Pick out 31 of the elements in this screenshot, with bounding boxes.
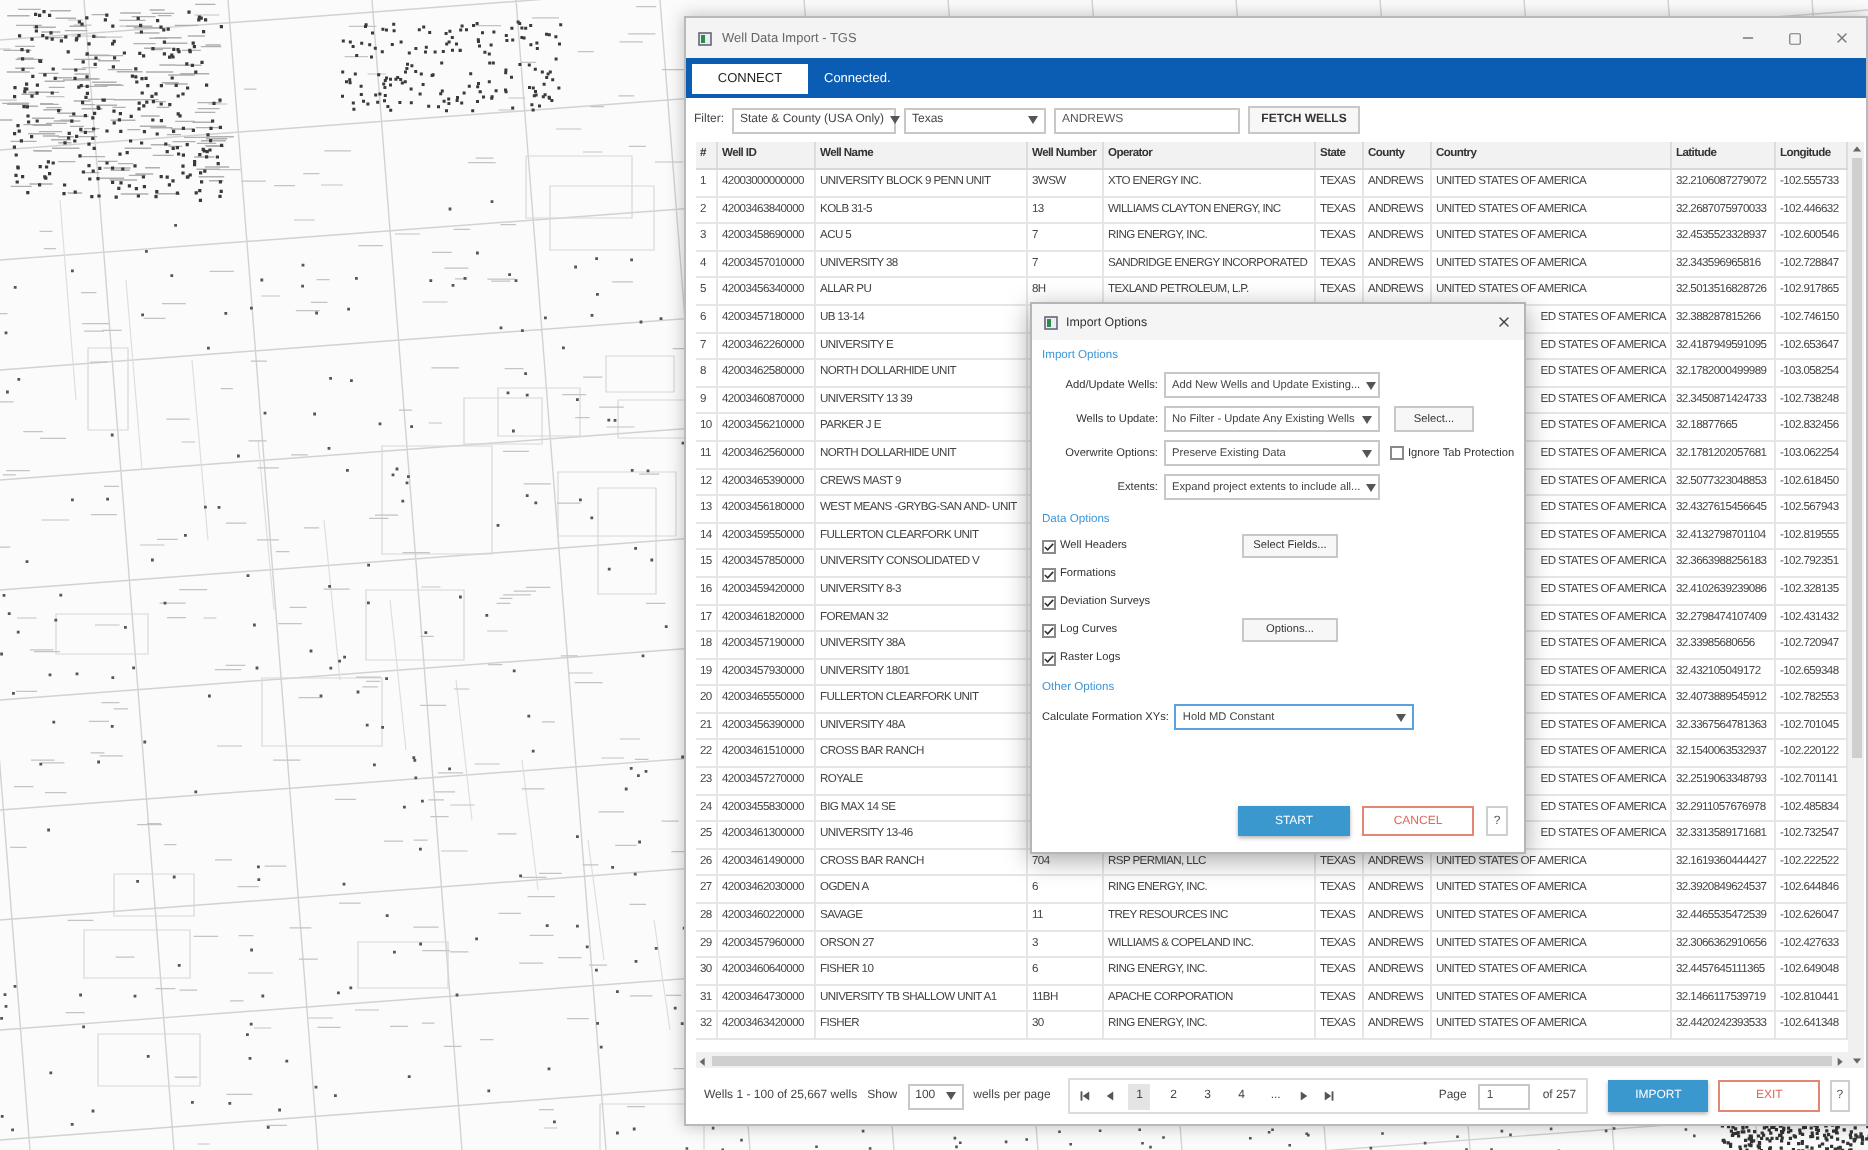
app-icon bbox=[698, 31, 712, 45]
checkbox[interactable] bbox=[1042, 539, 1056, 553]
maximize-icon[interactable] bbox=[1788, 31, 1802, 45]
caret-icon bbox=[890, 116, 901, 124]
caret-icon bbox=[1362, 415, 1372, 423]
caret-icon bbox=[945, 1092, 956, 1100]
close-icon[interactable] bbox=[1834, 30, 1850, 46]
scrollbar-thumb[interactable] bbox=[712, 1055, 1832, 1065]
caret-icon bbox=[1028, 116, 1038, 124]
checkbox[interactable] bbox=[1042, 651, 1056, 665]
close-icon[interactable] bbox=[1496, 314, 1512, 330]
last-page-icon[interactable] bbox=[1322, 1090, 1335, 1102]
app-icon bbox=[1044, 315, 1058, 329]
next-page-icon[interactable] bbox=[1298, 1090, 1311, 1102]
caret-icon bbox=[1366, 381, 1377, 389]
horizontal-scrollbar[interactable] bbox=[696, 1052, 1848, 1068]
vertical-scrollbar[interactable] bbox=[1848, 142, 1864, 1068]
previous-page-icon[interactable] bbox=[1104, 1090, 1117, 1102]
scroll-down-icon[interactable] bbox=[1851, 1056, 1861, 1066]
checkbox[interactable] bbox=[1042, 623, 1056, 637]
caret-icon bbox=[1366, 483, 1377, 491]
checkbox[interactable] bbox=[1042, 595, 1056, 609]
checkbox[interactable] bbox=[1390, 446, 1404, 460]
scroll-up-icon[interactable] bbox=[1851, 144, 1861, 154]
caret-icon bbox=[1362, 449, 1372, 457]
first-page-icon[interactable] bbox=[1080, 1090, 1093, 1102]
checkbox[interactable] bbox=[1042, 567, 1056, 581]
scroll-left-icon[interactable] bbox=[698, 1055, 708, 1065]
scroll-right-icon[interactable] bbox=[1836, 1055, 1846, 1065]
scrollbar-thumb[interactable] bbox=[1851, 158, 1861, 758]
caret-icon bbox=[1396, 713, 1407, 721]
